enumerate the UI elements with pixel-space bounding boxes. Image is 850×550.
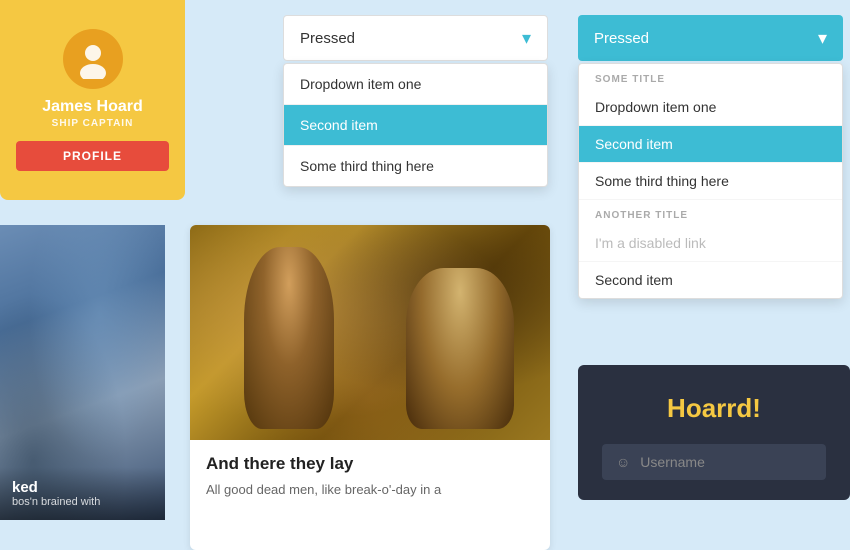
- dropdown-grouped: Pressed ▾ SOME TITLE Dropdown item one S…: [578, 15, 843, 299]
- dropdown-grouped-trigger[interactable]: Pressed ▾: [578, 15, 843, 61]
- dropdown-grouped-menu: SOME TITLE Dropdown item one Second item…: [578, 63, 843, 299]
- group-title-1: SOME TITLE: [579, 64, 842, 89]
- image-card-left: ked bos'n brained with: [0, 225, 165, 520]
- figure-left: [244, 247, 334, 430]
- card-text: All good dead men, like break-o'-day in …: [206, 480, 534, 500]
- profile-name: James Hoard: [42, 97, 143, 116]
- dropdown-simple-trigger[interactable]: Pressed ▾: [283, 15, 548, 61]
- dropdown-item-2[interactable]: Second item: [284, 105, 547, 146]
- left-card-sub-text: bos'n brained with: [12, 496, 153, 508]
- main-card: And there they lay All good dead men, li…: [190, 225, 550, 550]
- user-icon: ☺: [616, 454, 630, 470]
- avatar: [63, 29, 123, 89]
- profile-button[interactable]: PROFILE: [16, 141, 169, 171]
- dropdown-simple-value: Pressed: [300, 30, 355, 47]
- group-title-2: ANOTHER TITLE: [579, 200, 842, 225]
- username-input[interactable]: [640, 454, 812, 470]
- username-input-group: ☺: [602, 444, 826, 480]
- dropdown-item-1[interactable]: Dropdown item one: [284, 64, 547, 105]
- dropdown-grouped-value: Pressed: [594, 30, 649, 47]
- grouped-item-3[interactable]: Some third thing here: [579, 163, 842, 200]
- dropdown-simple: Pressed ▾ Dropdown item one Second item …: [283, 15, 548, 187]
- grouped-item-4: I'm a disabled link: [579, 225, 842, 262]
- card-image: [190, 225, 550, 440]
- card-title: And there they lay: [206, 454, 534, 474]
- grouped-item-2[interactable]: Second item: [579, 126, 842, 163]
- figure-right: [406, 268, 514, 429]
- card-content: And there they lay All good dead men, li…: [190, 440, 550, 514]
- left-card-main-text: ked: [12, 479, 153, 496]
- profile-title: SHIP CAPTAIN: [52, 118, 134, 129]
- login-card: Hoarrd! ☺: [578, 365, 850, 500]
- chevron-down-icon: ▾: [522, 28, 531, 49]
- left-painting: ked bos'n brained with: [0, 225, 165, 520]
- login-title: Hoarrd!: [602, 393, 826, 424]
- dropdown-item-3[interactable]: Some third thing here: [284, 146, 547, 186]
- avatar-icon: [73, 39, 113, 79]
- grouped-item-5[interactable]: Second item: [579, 262, 842, 298]
- left-text-overlay: ked bos'n brained with: [0, 467, 165, 520]
- dropdown-simple-menu: Dropdown item one Second item Some third…: [283, 63, 548, 187]
- grouped-item-1[interactable]: Dropdown item one: [579, 89, 842, 126]
- profile-card: James Hoard SHIP CAPTAIN PROFILE: [0, 0, 185, 200]
- chevron-down-icon-2: ▾: [818, 28, 827, 49]
